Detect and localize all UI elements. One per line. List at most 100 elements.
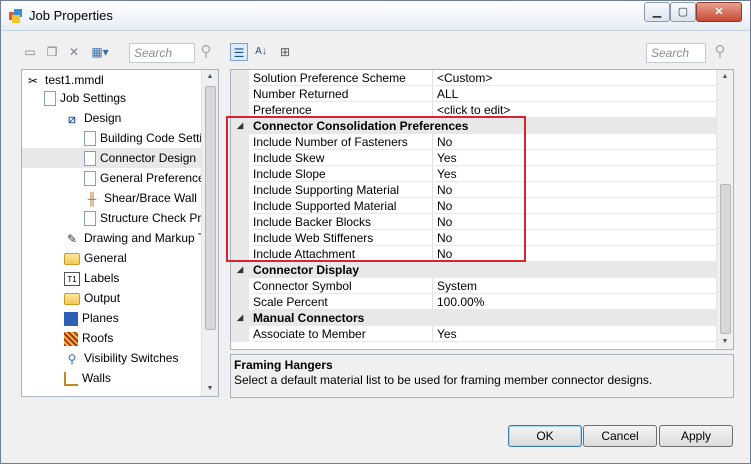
- roofs-icon: [64, 331, 78, 346]
- highlight-box: [226, 116, 526, 262]
- tree-item-general-preferences[interactable]: General Preferences: [84, 168, 211, 188]
- tree-item-roofs[interactable]: Roofs: [64, 328, 113, 348]
- drawing-icon: ✎: [66, 231, 78, 246]
- design-icon: ⧄: [68, 111, 76, 126]
- tree-item-root[interactable]: ✂ test1.mmdl: [25, 70, 104, 90]
- tree-item-drawing-markup[interactable]: ✎ Drawing and Markup Too: [64, 228, 217, 248]
- app-icon: [9, 9, 22, 23]
- page-icon: [84, 151, 96, 167]
- close-button[interactable]: ✕: [696, 2, 742, 22]
- tree-item-label: Drawing and Markup Too: [84, 231, 218, 245]
- settings-page-icon: [44, 91, 56, 107]
- search-icon[interactable]: ⚲: [197, 43, 215, 61]
- job-properties-window: Job Properties ▁ ▢ ✕ ▭ ❐ ✕ ▦▾ Search ⚲ ☰…: [0, 0, 751, 464]
- property-value[interactable]: <Custom>: [434, 70, 717, 86]
- magnifier-icon: ⚲: [67, 351, 77, 366]
- page-icon: [84, 211, 96, 227]
- delete-icon[interactable]: ✕: [65, 43, 83, 61]
- search-icon[interactable]: ⚲: [711, 43, 729, 61]
- folder-icon: [64, 252, 80, 265]
- scroll-down-icon[interactable]: ▼: [202, 382, 218, 396]
- categorized-view-icon[interactable]: ☰: [230, 43, 248, 61]
- window-title: Job Properties: [29, 8, 113, 23]
- property-value[interactable]: 100.00%: [434, 294, 717, 310]
- folder-icon: [64, 292, 80, 305]
- tree-item-shear-brace-wall[interactable]: ╫ Shear/Brace Wall Lin: [84, 188, 217, 208]
- sort-alphabetical-icon[interactable]: A↓: [252, 43, 270, 61]
- description-panel: Framing Hangers Select a default materia…: [230, 354, 734, 398]
- labels-icon: T1: [64, 271, 80, 286]
- tree-item-label: Building Code Setting: [100, 131, 216, 145]
- view-menu-icon[interactable]: ▦▾: [87, 43, 113, 61]
- tree-item-label: Walls: [82, 371, 111, 385]
- grid-row[interactable]: Associate to Member Yes: [231, 326, 717, 342]
- apply-button[interactable]: Apply: [659, 425, 733, 447]
- page-icon: [84, 131, 96, 147]
- planes-icon: [64, 311, 78, 326]
- grid-row[interactable]: Connector Symbol System: [231, 278, 717, 294]
- collapse-icon[interactable]: ◢: [237, 310, 243, 326]
- tree-item-connector-design[interactable]: Connector Design: [22, 148, 202, 168]
- grid-row[interactable]: Scale Percent 100.00%: [231, 294, 717, 310]
- grid-scrollbar[interactable]: ▲ ▼: [716, 70, 733, 349]
- category-header[interactable]: ◢ Connector Display: [231, 262, 717, 278]
- tree-item-label: Roofs: [82, 331, 114, 345]
- shear-wall-icon: ╫: [87, 191, 97, 206]
- scroll-up-icon[interactable]: ▲: [202, 70, 218, 84]
- property-name: Associate to Member: [253, 326, 433, 342]
- tree-item-label: Job Settings: [60, 91, 127, 105]
- grid-search-input[interactable]: Search: [646, 43, 706, 63]
- scroll-thumb[interactable]: [205, 86, 216, 330]
- property-name: Number Returned: [253, 86, 433, 102]
- new-folder-icon[interactable]: ▭: [21, 43, 39, 61]
- walls-icon: [64, 371, 78, 386]
- scroll-down-icon[interactable]: ▼: [717, 335, 733, 349]
- scroll-thumb[interactable]: [720, 184, 731, 334]
- tree-item-labels[interactable]: T1 Labels: [64, 268, 119, 288]
- tree-scrollbar[interactable]: ▲ ▼: [201, 70, 218, 396]
- tree-item-label: test1.mmdl: [45, 73, 104, 87]
- page-icon: [84, 171, 96, 187]
- property-pages-icon[interactable]: ⊞: [276, 43, 294, 61]
- tree-search-input[interactable]: Search: [129, 43, 195, 63]
- cancel-button[interactable]: Cancel: [583, 425, 657, 447]
- tree-item-label: Labels: [84, 271, 120, 285]
- tree-item-label: General: [84, 251, 127, 265]
- property-name: Connector Symbol: [253, 278, 433, 294]
- tree-item-label: Structure Check Pref: [100, 211, 212, 225]
- property-name: Solution Preference Scheme: [253, 70, 433, 86]
- tree-item-design[interactable]: ⧄ Design: [64, 108, 121, 128]
- description-text: Select a default material list to be use…: [234, 373, 653, 387]
- tree-item-visibility[interactable]: ⚲ Visibility Switches: [64, 348, 179, 368]
- tree-item-planes[interactable]: Planes: [64, 308, 119, 328]
- tree-item-building-code[interactable]: Building Code Setting: [84, 128, 215, 148]
- tree-item-general[interactable]: General: [64, 248, 127, 268]
- tree-item-job-settings[interactable]: Job Settings: [44, 88, 126, 108]
- grid-row[interactable]: Number Returned ALL: [231, 86, 717, 102]
- category-header[interactable]: ◢ Manual Connectors: [231, 310, 717, 326]
- property-value[interactable]: Yes: [434, 326, 717, 342]
- scroll-up-icon[interactable]: ▲: [717, 70, 733, 84]
- description-title: Framing Hangers: [234, 358, 333, 372]
- tree-item-label: Planes: [82, 311, 119, 325]
- minimize-button[interactable]: ▁: [644, 2, 670, 22]
- tree-item-walls[interactable]: Walls: [64, 368, 111, 388]
- ok-button[interactable]: OK: [508, 425, 582, 447]
- tree-item-structure-check[interactable]: Structure Check Pref: [84, 208, 211, 228]
- tree-item-label: Shear/Brace Wall Lin: [104, 191, 217, 205]
- title-bar: Job Properties ▁ ▢ ✕: [1, 1, 750, 31]
- tree-item-label: Output: [84, 291, 121, 305]
- settings-tree: ✂ test1.mmdl Job Settings ⧄ Design Buildin…: [21, 69, 219, 397]
- property-value[interactable]: ALL: [434, 86, 717, 102]
- copy-icon[interactable]: ❐: [43, 43, 61, 61]
- tree-item-label: Connector Design: [100, 151, 197, 165]
- property-name: Scale Percent: [253, 294, 433, 310]
- tree-item-label: General Preferences: [100, 171, 211, 185]
- tree-item-output[interactable]: Output: [64, 288, 120, 308]
- tree-item-label: Visibility Switches: [84, 351, 179, 365]
- collapse-icon[interactable]: ◢: [237, 262, 243, 278]
- grid-row[interactable]: Solution Preference Scheme <Custom>: [231, 70, 717, 86]
- property-value[interactable]: System: [434, 278, 717, 294]
- maximize-button[interactable]: ▢: [670, 2, 696, 22]
- tools-icon: ✂: [27, 73, 39, 88]
